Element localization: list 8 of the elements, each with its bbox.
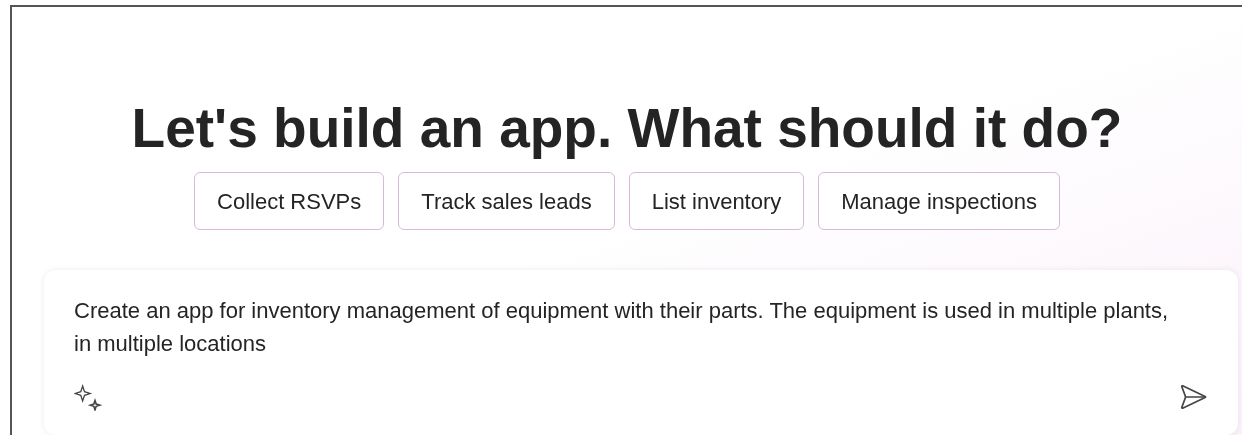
sparkle-icon[interactable] xyxy=(74,383,102,411)
suggestion-chip[interactable]: Manage inspections xyxy=(818,172,1060,230)
prompt-input[interactable]: Create an app for inventory management of equipment with their parts. The equipment is used in multiple plants, in multiple locations xyxy=(74,294,1174,364)
page-heading: Let's build an app. What should it do? xyxy=(131,96,1123,160)
send-icon[interactable] xyxy=(1178,382,1208,412)
suggestion-chip[interactable]: Track sales leads xyxy=(398,172,615,230)
suggestion-chip[interactable]: List inventory xyxy=(628,172,805,230)
suggestion-chip[interactable]: Collect RSVPs xyxy=(194,172,385,230)
